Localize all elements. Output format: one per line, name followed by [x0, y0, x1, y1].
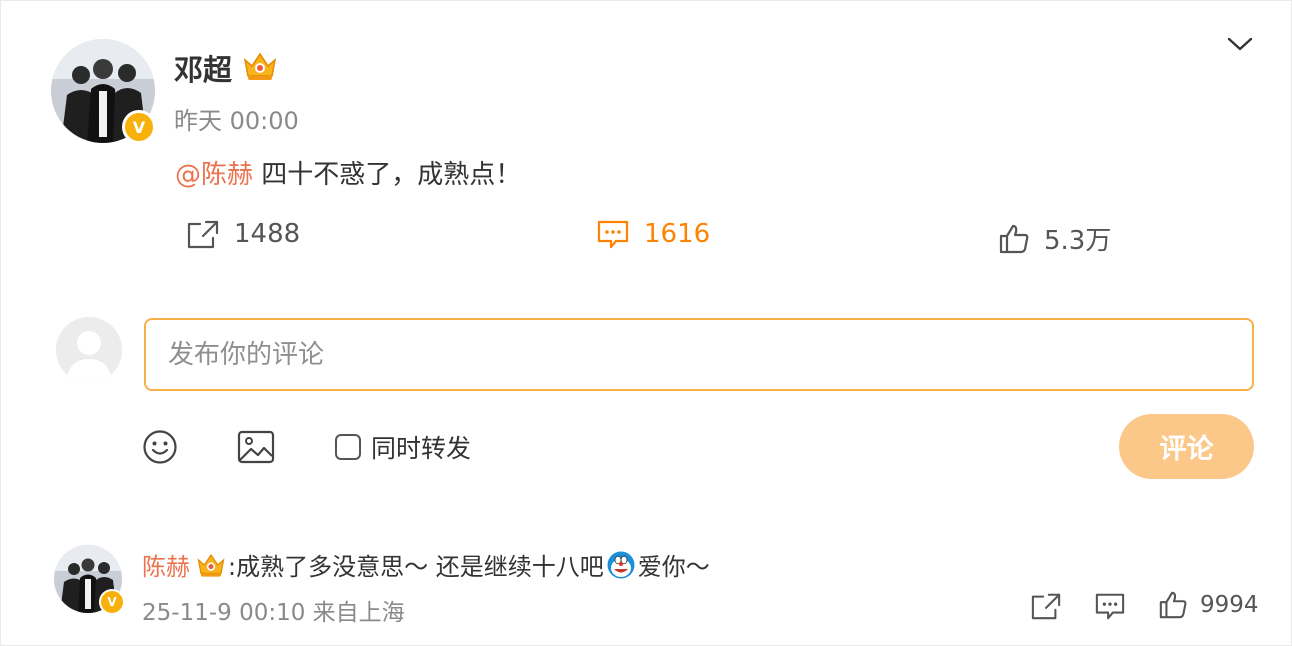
post-time[interactable]: 昨天 00:00	[174, 101, 299, 136]
comment-repost-button[interactable]	[1030, 591, 1062, 625]
mention-link[interactable]: @陈赫	[175, 160, 253, 190]
comment-body: 陈赫 :成熟了多没意思～ 还是继续十八吧 爱你～	[142, 547, 710, 582]
post-content: @陈赫 四十不惑了，成熟点！	[175, 154, 521, 191]
doraemon-emoji-icon	[606, 550, 636, 580]
author-name[interactable]: 邓超	[174, 47, 232, 89]
thumbs-up-icon	[999, 224, 1029, 253]
comment-input[interactable]	[144, 318, 1254, 391]
like-count: 5.3万	[1044, 226, 1112, 256]
repost-checkbox-label: 同时转发	[371, 434, 472, 463]
repost-option[interactable]: 同时转发	[335, 429, 471, 465]
repost-count: 1488	[234, 219, 301, 249]
image-icon[interactable]	[237, 429, 275, 465]
comment-meta: 25-11-9 00:10 来自上海	[142, 600, 405, 626]
crown-badge-icon	[196, 551, 226, 579]
comment-like-count: 9994	[1200, 592, 1259, 618]
weibo-post-card: V 邓超 昨天 00:00 @陈赫 四十不惑了，成熟点！ 1488 1616 5…	[0, 0, 1292, 646]
comment-text-part2: 爱你～	[637, 553, 710, 581]
comment-count: 1616	[644, 219, 711, 249]
emoji-icon[interactable]	[142, 429, 178, 465]
repost-button[interactable]: 1488	[186, 218, 300, 250]
submit-comment-button[interactable]: 评论	[1119, 414, 1254, 479]
comment-text-part1: :成熟了多没意思～ 还是继续十八吧	[228, 553, 604, 581]
verified-badge-icon: V	[122, 110, 156, 144]
verified-badge-icon: V	[99, 589, 125, 615]
repost-icon	[1031, 593, 1061, 620]
comment-author[interactable]: 陈赫	[142, 547, 190, 582]
repost-checkbox[interactable]	[335, 434, 361, 460]
thumbs-up-icon	[1159, 591, 1187, 619]
comment-icon	[597, 220, 629, 249]
comment-reply-button[interactable]	[1094, 591, 1126, 625]
crown-badge-icon	[242, 50, 278, 82]
default-user-icon	[56, 317, 122, 383]
like-button[interactable]: 5.3万	[998, 220, 1111, 257]
comment-like-button[interactable]: 9994	[1158, 590, 1259, 620]
post-text: 四十不惑了，成熟点！	[253, 160, 522, 190]
comment-button[interactable]: 1616	[596, 218, 710, 250]
current-user-avatar[interactable]	[56, 317, 122, 383]
repost-icon	[187, 220, 219, 249]
chevron-down-icon[interactable]	[1227, 35, 1253, 53]
comment-icon	[1095, 593, 1125, 620]
